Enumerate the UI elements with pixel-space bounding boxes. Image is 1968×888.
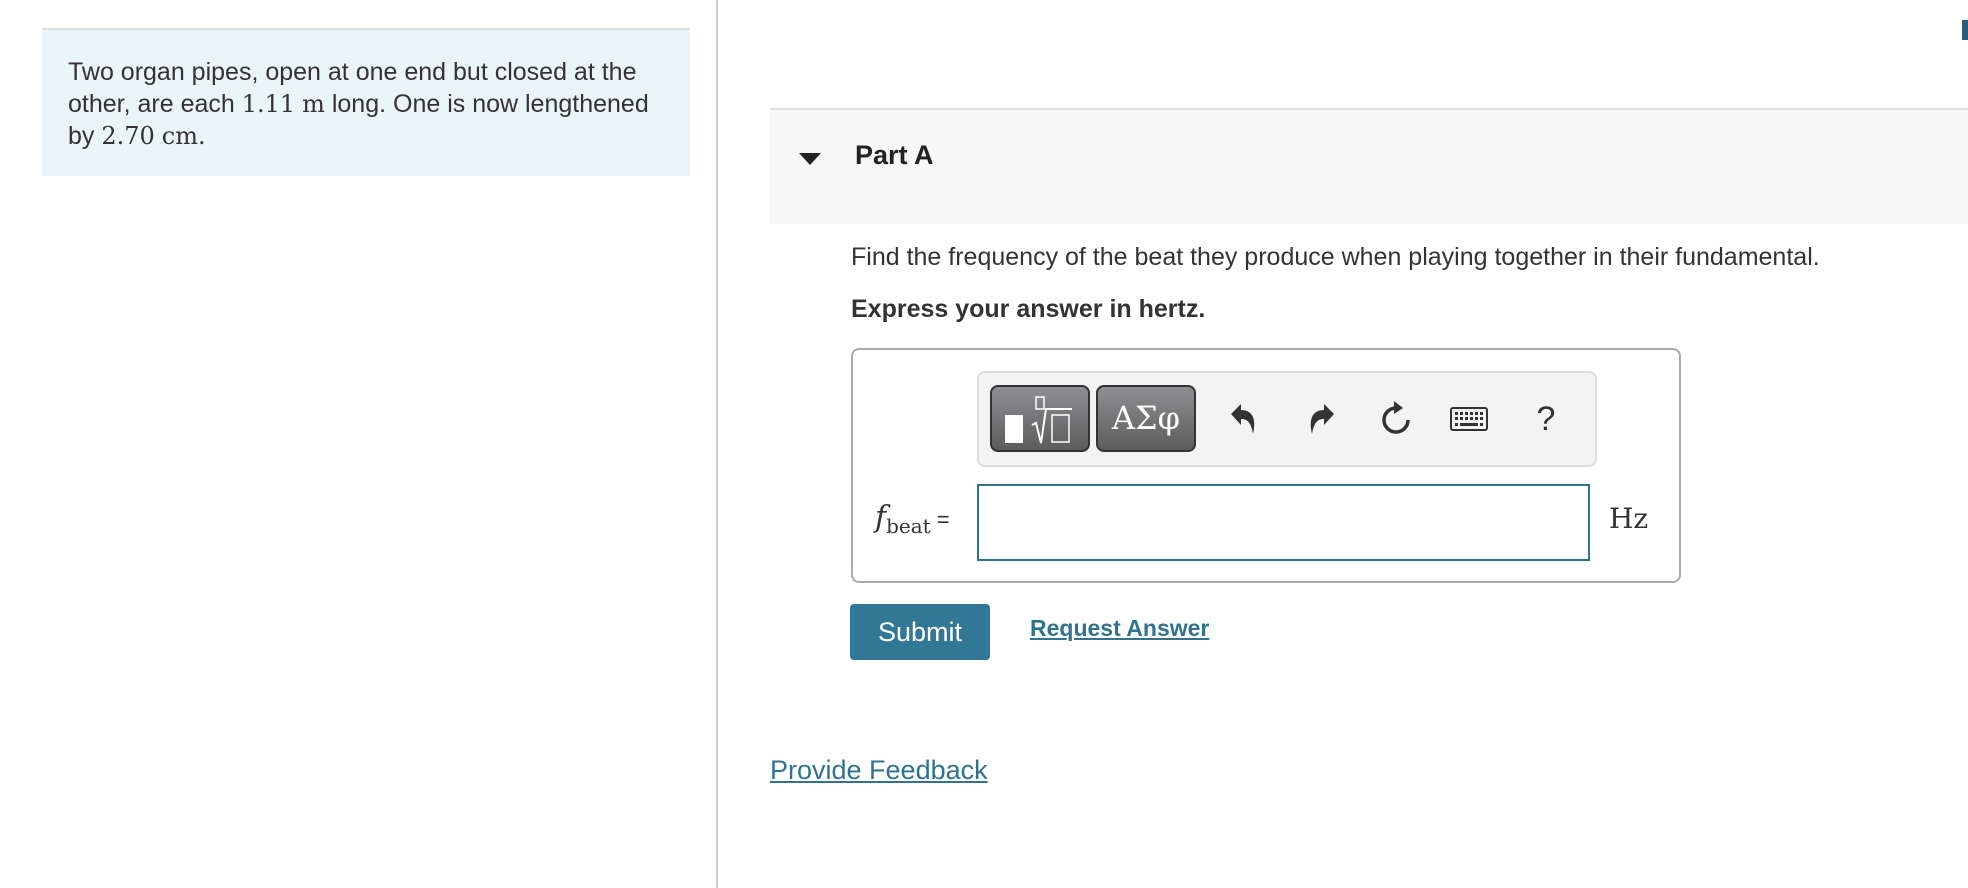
- part-title: Part A: [855, 140, 934, 170]
- problem-text-end: .: [197, 122, 206, 150]
- templates-sqrt-icon: [1005, 396, 1072, 444]
- symbols-button[interactable]: ΑΣφ: [1096, 385, 1196, 452]
- equals-sign: =: [936, 507, 950, 532]
- provide-feedback-link[interactable]: Provide Feedback: [770, 755, 988, 786]
- side-panel-tab[interactable]: [1962, 20, 1968, 40]
- reset-icon[interactable]: [1376, 397, 1416, 441]
- pane-divider[interactable]: [716, 0, 718, 888]
- math-toolbar: ΑΣφ ?: [977, 371, 1597, 467]
- templates-button[interactable]: [990, 385, 1090, 452]
- unit-label: Hz: [1609, 502, 1649, 535]
- undo-icon[interactable]: [1224, 397, 1264, 441]
- keyboard-icon[interactable]: [1449, 397, 1489, 441]
- help-button[interactable]: ?: [1526, 397, 1566, 441]
- answer-input[interactable]: [977, 484, 1590, 561]
- answer-box: ΑΣφ ? fbeat = Hz: [851, 348, 1681, 583]
- variable-subscript: beat: [886, 514, 931, 538]
- variable-symbol: f: [875, 500, 887, 535]
- submit-button[interactable]: Submit: [850, 604, 990, 660]
- length-value: 1.11: [241, 90, 296, 118]
- part-a-header[interactable]: Part A: [770, 108, 1968, 224]
- question-text: Find the frequency of the beat they prod…: [851, 243, 1820, 271]
- instruction-text: Express your answer in hertz.: [851, 295, 1206, 323]
- redo-icon[interactable]: [1301, 397, 1341, 441]
- caret-down-icon[interactable]: [798, 152, 822, 166]
- problem-statement: Two organ pipes, open at one end but clo…: [42, 28, 690, 176]
- length-unit: m: [302, 90, 325, 118]
- extension-unit: cm: [161, 122, 198, 150]
- extension-value: 2.70: [101, 122, 155, 150]
- request-answer-link[interactable]: Request Answer: [1030, 615, 1209, 642]
- variable-label: fbeat =: [875, 500, 950, 538]
